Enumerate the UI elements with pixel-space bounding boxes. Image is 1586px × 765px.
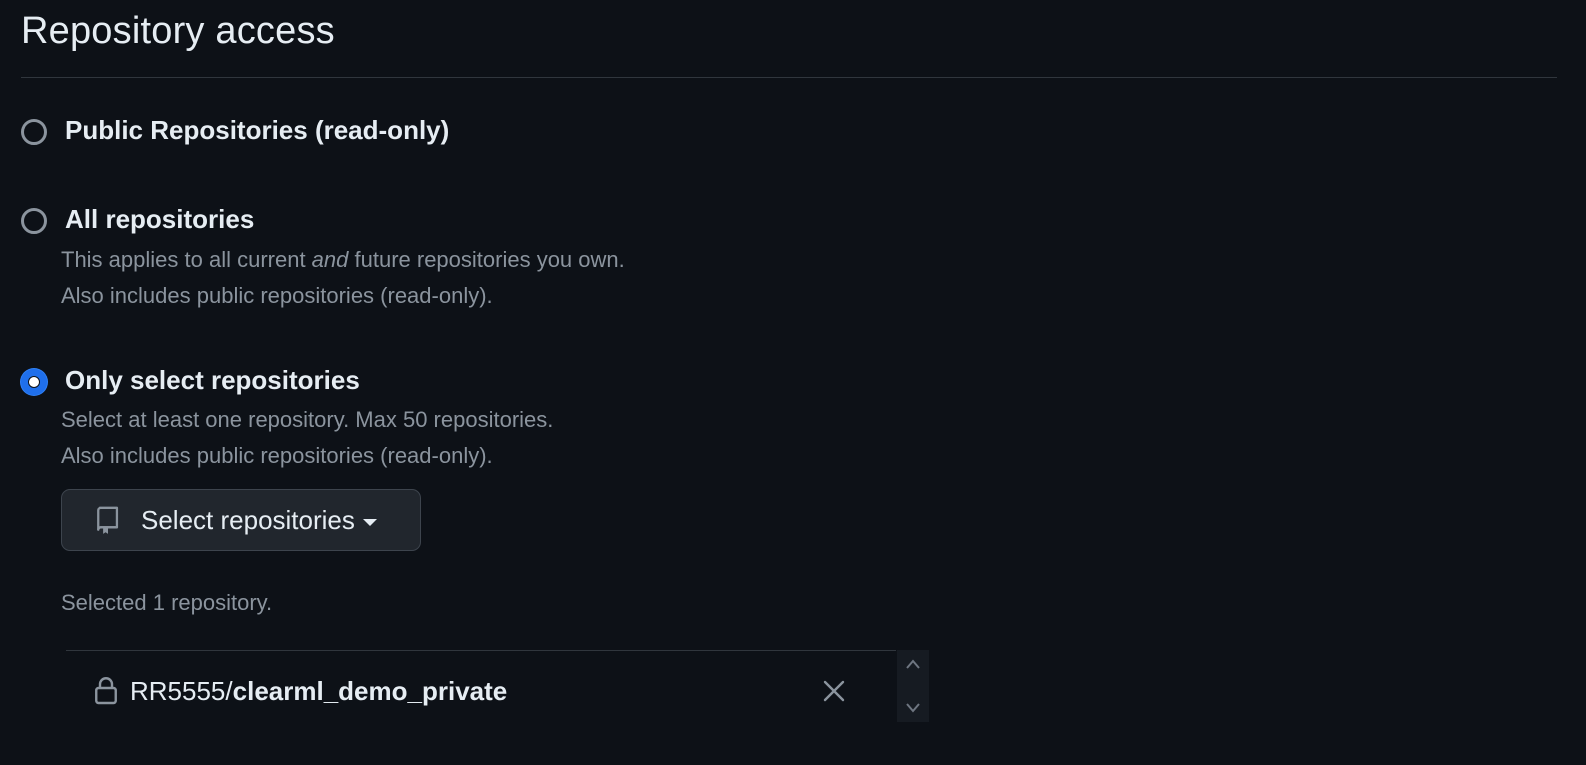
list-item: RR5555 / clearml_demo_private <box>94 673 874 709</box>
selected-count-text: Selected 1 repository. <box>61 590 273 615</box>
select-repositories-label: Select repositories <box>141 504 355 535</box>
list-scrollbar[interactable] <box>897 650 929 722</box>
option-label-public-repositories[interactable]: Public Repositories (read-only) <box>65 115 449 146</box>
all-repositories-public-note: Also includes public repositories (read-… <box>61 283 493 308</box>
all-desc-emphasis: and <box>311 247 349 272</box>
select-repositories-description: Select at least one repository. Max 50 r… <box>61 407 554 432</box>
option-label-all-repositories[interactable]: All repositories <box>65 204 254 235</box>
section-divider <box>21 77 1557 78</box>
option-label-only-select-repositories[interactable]: Only select repositories <box>65 365 360 396</box>
radio-all-repositories[interactable] <box>21 208 47 234</box>
radio-public-repositories[interactable] <box>21 119 47 145</box>
repo-separator: / <box>225 675 233 706</box>
all-desc-post: future repositories you own. <box>348 247 625 272</box>
section-title: Repository access <box>21 10 335 52</box>
selected-repositories-list: RR5555 / clearml_demo_private <box>66 650 896 765</box>
radio-only-select-repositories[interactable] <box>21 369 47 395</box>
all-repositories-description: This applies to all current and future r… <box>61 247 625 273</box>
repo-name: clearml_demo_private <box>232 675 508 706</box>
chevron-down-icon[interactable] <box>905 702 921 714</box>
repo-icon <box>95 504 123 536</box>
remove-repository-close-icon[interactable] <box>820 677 848 705</box>
repository-access-page: Repository access Public Repositories (r… <box>0 0 1586 765</box>
lock-icon <box>94 676 120 706</box>
chevron-down-icon <box>362 518 377 526</box>
repo-owner: RR5555 <box>130 675 226 706</box>
select-repositories-button[interactable]: Select repositories <box>61 489 421 551</box>
all-desc-pre: This applies to all current <box>61 247 312 272</box>
select-repositories-public-note: Also includes public repositories (read-… <box>61 443 493 468</box>
chevron-up-icon[interactable] <box>905 658 921 670</box>
